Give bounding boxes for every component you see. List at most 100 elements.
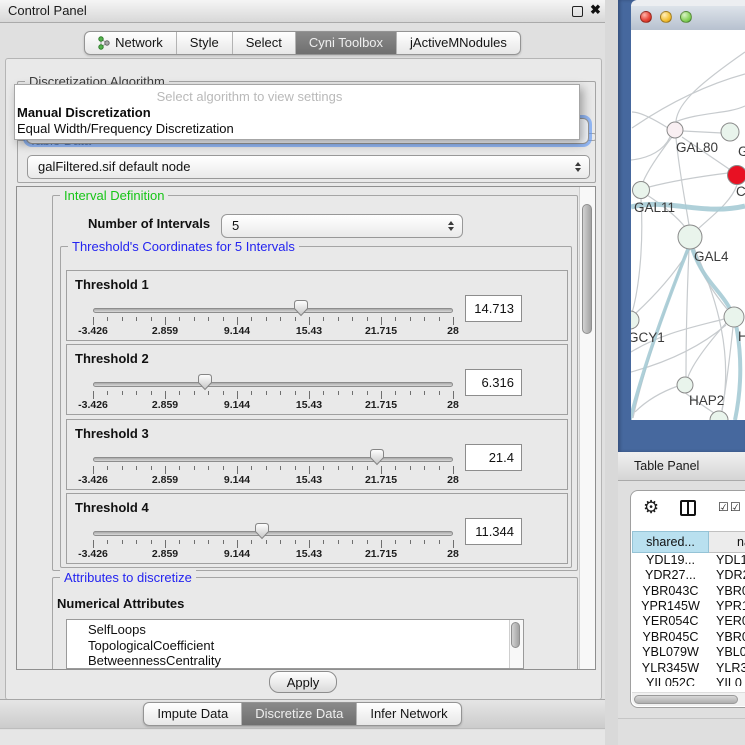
popup-item-equal-width-frequency[interactable]: Equal Width/Frequency Discretization [17, 121, 234, 136]
slider-track[interactable] [93, 457, 453, 462]
table-row[interactable]: YER054CYER0 [632, 614, 745, 629]
network-node[interactable] [667, 122, 683, 138]
threshold-coordinates-group: Threshold's Coordinates for 5 Intervals … [60, 246, 572, 568]
network-edge[interactable] [649, 173, 728, 187]
network-node[interactable] [724, 307, 744, 327]
threshold-value-input[interactable]: 11.344 [465, 518, 522, 545]
cell-name: YIL0 [716, 676, 742, 686]
tab-label: Discretize Data [255, 703, 343, 725]
table-row[interactable]: YPR145WYPR1 [632, 599, 745, 614]
panel-title: Control Panel [8, 0, 87, 22]
tab-style[interactable]: Style [176, 32, 232, 54]
list-item[interactable]: SelfLoops [67, 622, 523, 638]
tab-discretize-data[interactable]: Discretize Data [241, 703, 356, 725]
tab-jactivemnodules[interactable]: jActiveMNodules [396, 32, 520, 54]
cell-shared-name: YDL19... [632, 553, 709, 567]
network-edge[interactable] [636, 249, 690, 313]
network-node[interactable] [721, 123, 739, 141]
network-edge[interactable] [632, 199, 642, 313]
table-row[interactable]: YDR27...YDR2 [632, 568, 745, 583]
table-panel-title: Table Panel [634, 452, 699, 481]
slider-thumb[interactable] [197, 373, 213, 391]
tick-label: 9.144 [224, 474, 250, 486]
checkbox-icon[interactable]: ☑ [730, 500, 741, 514]
table-hscrollbar[interactable] [632, 692, 745, 706]
network-edge[interactable] [632, 74, 745, 128]
network-edge[interactable] [643, 137, 672, 182]
table-row[interactable]: YIL052CYIL0 [632, 676, 745, 686]
threshold-label: Threshold 2 [75, 351, 149, 366]
column-header-shared-name[interactable]: shared... [632, 531, 709, 553]
network-node[interactable] [728, 166, 745, 185]
tab-select[interactable]: Select [232, 32, 295, 54]
interval-definition-group: Interval Definition Number of Intervals … [52, 195, 578, 571]
slider-thumb[interactable] [254, 522, 270, 540]
tab-cyni-toolbox[interactable]: Cyni Toolbox [295, 32, 396, 54]
attributes-title: Attributes to discretize [60, 570, 196, 585]
slider-track[interactable] [93, 382, 453, 387]
network-node[interactable] [631, 311, 639, 329]
network-node-label: GAL4 [694, 249, 729, 264]
network-node[interactable] [633, 182, 650, 199]
network-edge[interactable] [683, 131, 722, 133]
tick-label: -3.426 [78, 474, 108, 486]
table-row[interactable]: YBL079WYBL0 [632, 645, 745, 660]
network-edge[interactable] [676, 52, 745, 121]
tick-label: 15.43 [296, 325, 322, 337]
table-row[interactable]: YDL19...YDL1 [632, 553, 745, 568]
close-icon[interactable]: ✖ [590, 2, 601, 18]
network-tab-icon [98, 36, 110, 50]
tick-label: 28 [447, 325, 459, 337]
network-canvas[interactable]: GAL80GALCGAL11GAL4GCY1HHAP2 [631, 30, 745, 420]
attributes-list-scrollbar[interactable] [509, 620, 523, 668]
network-edge[interactable] [675, 106, 745, 122]
gear-icon[interactable]: ⚙ [643, 497, 659, 518]
network-node[interactable] [678, 225, 702, 249]
traffic-light-zoom-icon[interactable] [680, 11, 692, 23]
traffic-light-close-icon[interactable] [640, 11, 652, 23]
table-row[interactable]: YBR045CYBR0 [632, 630, 745, 645]
network-edge[interactable] [686, 249, 689, 377]
numerical-attributes-list[interactable]: SelfLoopsTopologicalCoefficientBetweenne… [66, 619, 524, 669]
list-item[interactable]: TopologicalCoefficient [67, 638, 523, 654]
tab-infer-network[interactable]: Infer Network [356, 703, 460, 725]
tab-label: Style [190, 32, 219, 54]
tick-label: 15.43 [296, 474, 322, 486]
cell-name: YBR0 [716, 630, 745, 644]
float-window-icon[interactable] [572, 6, 583, 17]
tab-label: Network [115, 32, 163, 54]
table-hscrollbar-thumb[interactable] [634, 695, 738, 704]
tick-label: 15.43 [296, 399, 322, 411]
table-rows: YDL19...YDL1YDR27...YDR2YBR043CYBR0YPR14… [632, 553, 745, 686]
tab-label: Impute Data [157, 703, 228, 725]
settings-scrollpane: Interval Definition Number of Intervals … [16, 186, 596, 670]
list-item[interactable]: BetweennessCentrality [67, 653, 523, 669]
traffic-light-minimize-icon[interactable] [660, 11, 672, 23]
checkbox-icon[interactable]: ☑ [718, 500, 729, 514]
slider-track[interactable] [93, 308, 453, 313]
network-window-titlebar[interactable] [631, 6, 745, 31]
tick-label: 2.859 [152, 325, 178, 337]
number-of-intervals-spinner[interactable]: 5 [221, 214, 463, 238]
apply-button[interactable]: Apply [269, 671, 337, 693]
bottom-tabstrip: Impute Data Discretize Data Infer Network [0, 702, 605, 726]
settings-scrollbar[interactable] [579, 187, 595, 669]
popup-item-manual-discretization[interactable]: Manual Discretization [17, 105, 151, 120]
slider-thumb[interactable] [293, 299, 309, 317]
table-data-combo[interactable]: galFiltered.sif default node [27, 155, 590, 179]
tab-impute-data[interactable]: Impute Data [144, 703, 241, 725]
network-node[interactable] [677, 377, 693, 393]
threshold-value-input[interactable]: 6.316 [465, 369, 522, 396]
tab-network[interactable]: Network [85, 32, 176, 54]
slider-thumb[interactable] [369, 448, 385, 466]
column-header-name[interactable]: na [709, 531, 745, 553]
numerical-attributes-label: Numerical Attributes [57, 596, 184, 611]
network-edge[interactable] [635, 386, 678, 412]
columns-icon[interactable] [680, 500, 696, 516]
slider-track[interactable] [93, 531, 453, 536]
threshold-value-input[interactable]: 14.713 [465, 295, 522, 322]
network-edge[interactable] [632, 112, 668, 128]
threshold-value-input[interactable]: 21.4 [465, 444, 522, 471]
table-row[interactable]: YBR043CYBR0 [632, 584, 745, 599]
table-row[interactable]: YLR345WYLR3 [632, 661, 745, 676]
